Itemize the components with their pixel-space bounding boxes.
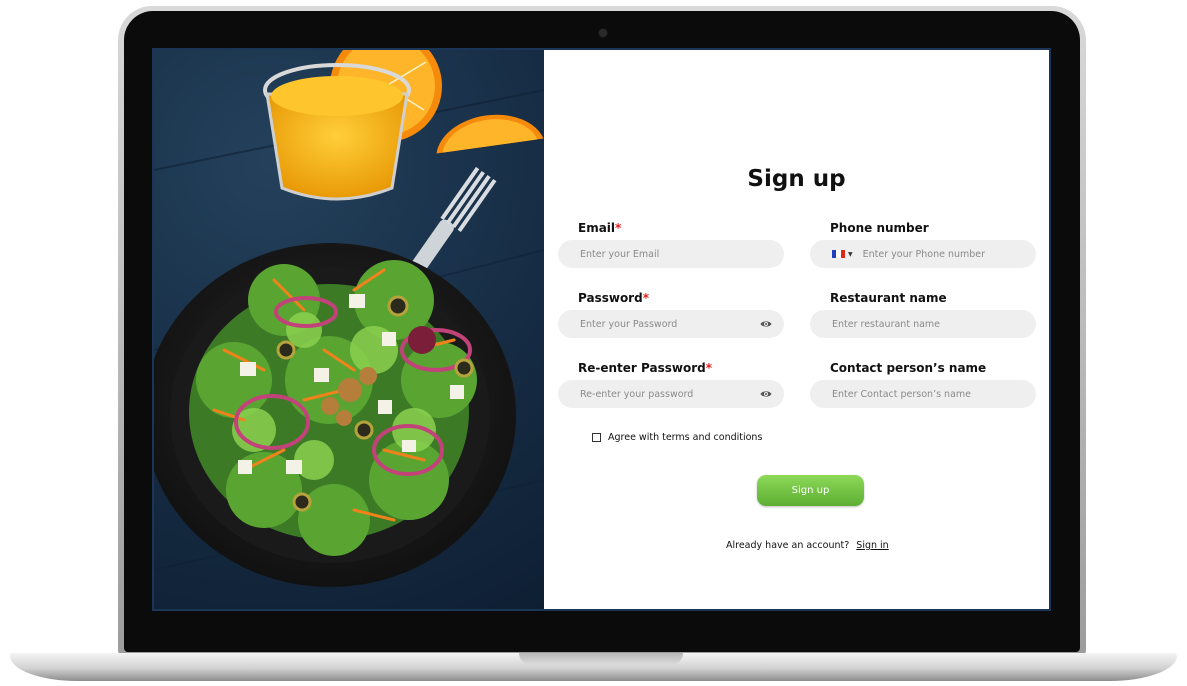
reenter-password-field-box — [558, 380, 784, 408]
phone-group: Phone number ▼ — [810, 221, 1036, 268]
password-field-box — [558, 310, 784, 338]
restaurant-group: Restaurant name — [810, 291, 1036, 338]
salad-illustration — [154, 50, 544, 587]
email-group: Email* — [558, 221, 784, 268]
terms-checkbox[interactable] — [592, 433, 601, 442]
restaurant-input[interactable] — [832, 318, 1024, 330]
terms-row: Agree with terms and conditions — [592, 432, 762, 443]
eye-icon[interactable] — [760, 388, 772, 400]
contact-group: Contact person’s name — [810, 361, 1036, 408]
laptop-base-notch — [519, 653, 683, 665]
phone-input[interactable] — [862, 248, 1024, 260]
reenter-password-group: Re-enter Password* — [558, 361, 784, 408]
eye-icon[interactable] — [760, 318, 772, 330]
terms-label: Agree with terms and conditions — [608, 432, 763, 443]
reenter-password-input[interactable] — [580, 388, 760, 400]
password-group: Password* — [558, 291, 784, 338]
signin-prompt: Already have an account? Sign in — [726, 540, 889, 551]
camera-icon — [599, 29, 607, 37]
reenter-password-label: Re-enter Password* — [578, 361, 712, 375]
country-code-dropdown[interactable]: ▼ — [832, 250, 853, 258]
account-prompt-text: Already have an account? — [726, 540, 850, 551]
contact-label: Contact person’s name — [830, 361, 987, 375]
contact-field-box — [810, 380, 1036, 408]
email-field-box — [558, 240, 784, 268]
france-flag-icon — [832, 250, 845, 258]
signin-link[interactable]: Sign in — [856, 540, 888, 551]
restaurant-field-box — [810, 310, 1036, 338]
email-label: Email* — [578, 221, 622, 235]
contact-input[interactable] — [832, 388, 1024, 400]
laptop-screen: Sign up Email* Phone number ▼ — [152, 48, 1051, 611]
email-input[interactable] — [580, 248, 772, 260]
laptop-mockup: Sign up Email* Phone number ▼ — [0, 0, 1187, 686]
signup-button[interactable]: Sign up — [757, 475, 864, 506]
phone-label: Phone number — [830, 221, 929, 235]
caret-down-icon: ▼ — [848, 250, 853, 258]
restaurant-label: Restaurant name — [830, 291, 947, 305]
password-label: Password* — [578, 291, 649, 305]
page-title: Sign up — [747, 166, 846, 192]
phone-field-box: ▼ — [810, 240, 1036, 268]
password-input[interactable] — [580, 318, 760, 330]
food-photo — [154, 50, 544, 609]
